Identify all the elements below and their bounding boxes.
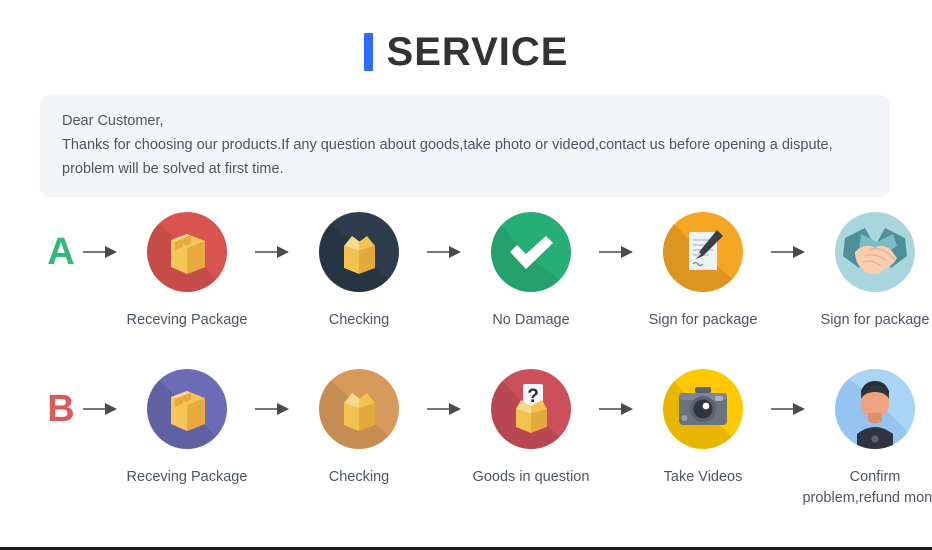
document-pen-icon — [663, 212, 743, 292]
question-box-icon: ? — [491, 369, 571, 449]
flow-step: Take Videos — [640, 369, 766, 488]
handshake-icon — [835, 212, 915, 292]
flow-step: Confirm problem,refund money — [802, 369, 932, 509]
page-title: SERVICE — [0, 0, 932, 80]
arrow-right-icon — [594, 212, 640, 292]
open-box-icon — [319, 369, 399, 449]
flow-step: Sign for package — [640, 212, 766, 331]
notice-line: Thanks for choosing our products.If any … — [62, 137, 833, 153]
flow-step-label: Sign for package — [648, 312, 758, 328]
closed-box-icon — [147, 212, 227, 292]
notice-line: problem will be solved at first time. — [62, 161, 284, 177]
flow-step-label: Checking — [328, 312, 390, 328]
arrow-right-icon — [766, 369, 812, 449]
open-box-icon — [319, 212, 399, 292]
flow-step: Receving Package — [124, 212, 250, 331]
flow-step-label: Take Videos — [663, 469, 743, 485]
flow-letter-a: A — [47, 231, 75, 273]
flow-step: Checking — [296, 369, 422, 488]
flow-row-b: B Receving Package Checking ? Goods in q… — [0, 369, 932, 509]
arrow-right-icon — [250, 212, 296, 292]
arrow-right-icon — [422, 369, 468, 449]
flow-step-label: Confirm problem,refund money — [802, 469, 932, 506]
title-accent-bar — [363, 33, 373, 71]
arrow-right-icon — [594, 369, 640, 449]
page-title-text: SERVICE — [386, 30, 569, 74]
flow-step: Sign for package — [812, 212, 932, 331]
flow-row-a: A Receving Package Checking No Damage Si… — [0, 212, 932, 331]
flow-step-label: Receving Package — [126, 469, 248, 485]
arrow-right-icon — [766, 212, 812, 292]
flow-step: Receving Package — [124, 369, 250, 488]
arrow-right-icon — [78, 212, 124, 292]
flow-letter-b: B — [47, 388, 75, 430]
camera-icon — [663, 369, 743, 449]
flow-step-label: Sign for package — [820, 312, 930, 328]
arrow-right-icon — [422, 212, 468, 292]
flow-step: ? Goods in question — [468, 369, 594, 488]
notice-line: Dear Customer, — [62, 113, 164, 129]
closed-box-icon — [147, 369, 227, 449]
customer-notice: Dear Customer, Thanks for choosing our p… — [40, 95, 890, 197]
flow-step-label: No Damage — [492, 312, 570, 328]
flow-step: No Damage — [468, 212, 594, 331]
flow-step-label: Receving Package — [126, 312, 248, 328]
flow-step-label: Goods in question — [472, 469, 590, 485]
arrow-right-icon — [250, 369, 296, 449]
arrow-right-icon — [78, 369, 124, 449]
flow-step-label: Checking — [328, 469, 390, 485]
person-avatar-icon — [835, 369, 915, 449]
flow-step: Checking — [296, 212, 422, 331]
check-mark-icon — [491, 212, 571, 292]
